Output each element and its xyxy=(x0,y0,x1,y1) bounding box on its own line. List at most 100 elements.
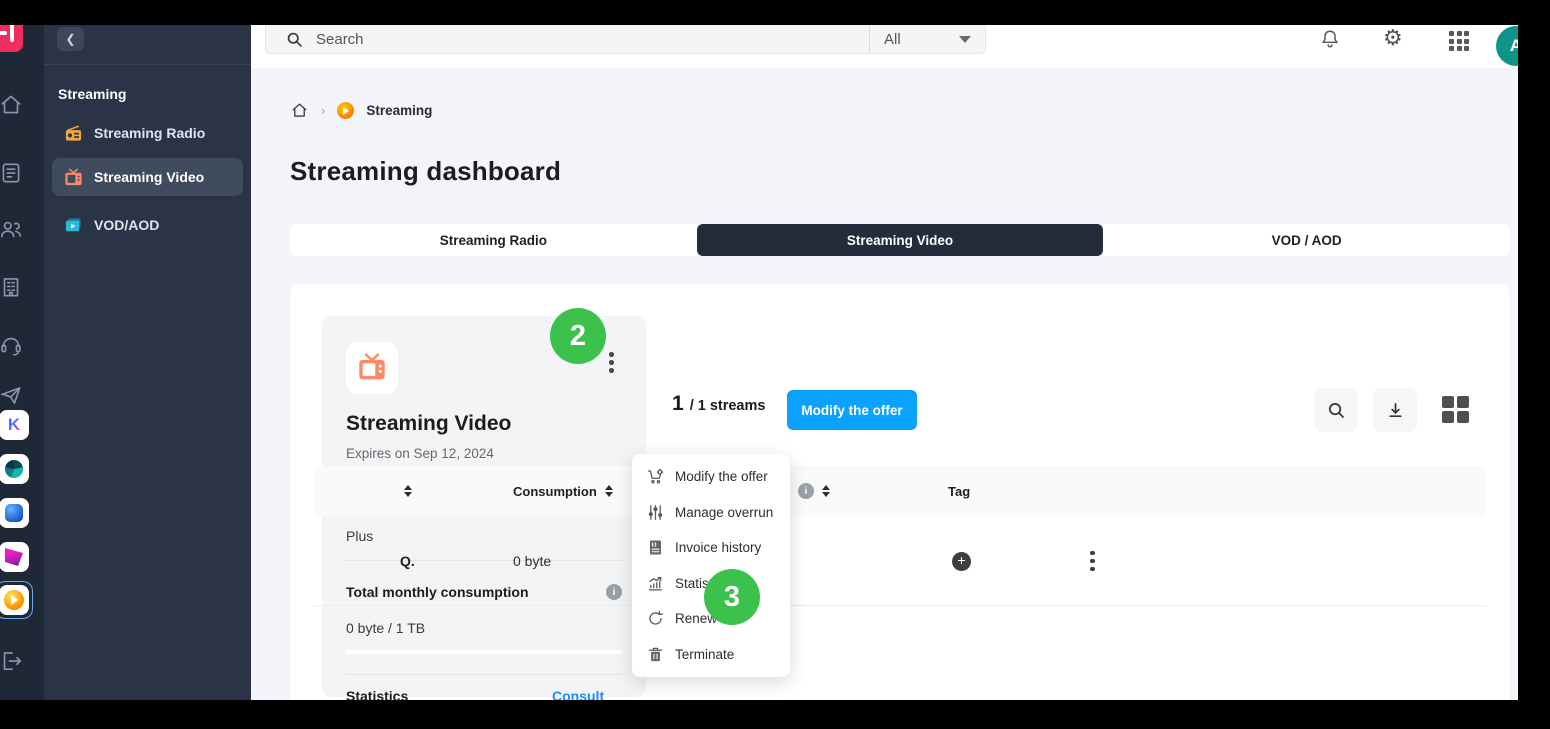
card-divider xyxy=(346,674,622,675)
app-creative-icon[interactable] xyxy=(0,542,29,572)
collapse-sidebar-button[interactable]: ❮ xyxy=(57,27,84,51)
row-kebab-menu-button[interactable] xyxy=(1086,547,1099,576)
grid-view-toggle-icon[interactable] xyxy=(1442,396,1469,423)
feedback-plane-icon[interactable] xyxy=(0,382,24,408)
trash-icon xyxy=(648,647,663,661)
streaming-sidebar: ❮ Streaming Streaming Radio Streaming Vi… xyxy=(44,0,251,729)
menu-item-manage-overrun[interactable]: Manage overrun xyxy=(632,495,790,531)
product-icon-box xyxy=(346,342,398,394)
viewers-info-icon[interactable]: i xyxy=(797,483,814,499)
search-input[interactable] xyxy=(316,30,869,48)
apps-grid-icon[interactable] xyxy=(1449,31,1471,53)
menu-item-invoice-history[interactable]: Invoice history xyxy=(632,530,790,566)
menu-item-label: Modify the offer xyxy=(675,469,768,485)
sidebar-item-streaming-radio[interactable]: Streaming Radio xyxy=(52,114,243,152)
dashboard-panel: Streaming Video Expires on Sep 12, 2024 … xyxy=(290,284,1510,729)
users-icon[interactable] xyxy=(0,216,24,242)
menu-item-label: Terminate xyxy=(675,646,735,662)
modify-offer-button[interactable]: Modify the offer xyxy=(787,390,917,430)
global-search: All xyxy=(265,25,986,54)
letterbox-bottom xyxy=(0,700,1550,729)
badge-number: 2 xyxy=(569,319,587,352)
sort-icon[interactable] xyxy=(821,485,830,497)
app-streaming-icon[interactable] xyxy=(0,585,29,615)
sort-icon[interactable] xyxy=(604,485,613,497)
column-label: Tag xyxy=(948,483,971,499)
support-icon[interactable] xyxy=(0,332,24,358)
sidebar-section-title: Streaming xyxy=(58,86,127,102)
app-ksuite-icon[interactable]: K xyxy=(0,410,29,440)
tab-streaming-video[interactable]: Streaming Video xyxy=(696,224,1104,256)
column-label: Consumption xyxy=(513,483,597,499)
renew-icon xyxy=(649,611,664,625)
home-icon[interactable] xyxy=(0,92,24,118)
search-icon xyxy=(1328,402,1344,418)
card-expiry: Expires on Sep 12, 2024 xyxy=(346,446,494,461)
cart-gear-icon xyxy=(647,468,664,484)
settings-gear-icon[interactable]: ⚙ xyxy=(1383,28,1405,50)
stream-actions-cell xyxy=(1086,516,1099,606)
search-scope-select[interactable]: All xyxy=(869,25,985,53)
sliders-icon xyxy=(648,504,663,520)
info-glyph: i xyxy=(804,485,808,497)
card-title: Streaming Video xyxy=(346,412,512,435)
search-icon xyxy=(287,32,302,47)
stream-tag-cell: + xyxy=(952,516,971,606)
chart-icon xyxy=(648,576,663,591)
invoice-icon xyxy=(649,540,662,555)
main-content: › Streaming Streaming dashboard Streamin… xyxy=(251,68,1518,729)
sidebar-item-label: VOD/AOD xyxy=(94,217,160,233)
card-kebab-menu-button[interactable] xyxy=(605,348,618,377)
card-context-menu: Modify the offer Manage overrun Invoice … xyxy=(632,454,790,677)
menu-item-modify-offer[interactable]: Modify the offer xyxy=(632,459,790,495)
letterbox-right xyxy=(1518,0,1550,729)
radio-icon xyxy=(65,125,82,141)
breadcrumb-separator: › xyxy=(321,103,326,118)
sidebar-item-streaming-video[interactable]: Streaming Video xyxy=(52,158,243,196)
stream-row: Q. 0 byte 0 + xyxy=(314,516,1486,606)
column-consumption: Consumption xyxy=(513,466,613,516)
streams-count-number: 1 xyxy=(672,392,684,415)
breadcrumb-section[interactable]: Streaming xyxy=(366,103,432,118)
badge-number: 3 xyxy=(723,580,741,613)
stream-consumption: 0 byte xyxy=(513,553,552,569)
add-tag-button[interactable]: + xyxy=(952,551,971,571)
breadcrumb-home-icon[interactable] xyxy=(290,101,309,120)
stream-name[interactable]: Q. xyxy=(400,516,415,606)
vod-icon xyxy=(65,217,81,231)
app-rail: K xyxy=(0,0,44,729)
logout-icon[interactable] xyxy=(0,648,24,674)
sidebar-item-label: Streaming Radio xyxy=(94,125,206,141)
streams-count: 1 / 1 streams xyxy=(672,392,765,416)
tv-icon xyxy=(65,168,82,185)
sidebar-divider xyxy=(44,64,251,65)
sidebar-item-label: Streaming Video xyxy=(94,169,205,185)
sort-icon[interactable] xyxy=(404,485,412,497)
notifications-bell-icon[interactable] xyxy=(1319,28,1341,50)
chevron-down-icon xyxy=(959,35,971,43)
sidebar-item-vod-aod[interactable]: VOD/AOD xyxy=(52,206,243,244)
billing-icon[interactable] xyxy=(0,160,24,186)
annotation-step-3-badge: 3 xyxy=(704,569,760,625)
letterbox-top xyxy=(0,0,1550,25)
menu-item-terminate[interactable]: Terminate xyxy=(632,637,790,673)
table-header: Consumption Viewers i Tag xyxy=(314,466,1486,516)
search-scope-value: All xyxy=(884,30,901,48)
download-icon xyxy=(1388,402,1402,417)
consumption-value: 0 byte / 1 TB xyxy=(346,620,426,636)
tab-vod-aod[interactable]: VOD / AOD xyxy=(1103,224,1510,256)
download-button[interactable] xyxy=(1373,388,1417,432)
tab-streaming-radio[interactable]: Streaming Radio xyxy=(290,224,697,256)
page-title: Streaming dashboard xyxy=(290,156,562,186)
consumption-progress-bar xyxy=(346,650,622,654)
app-window: K ❮ Streaming Streaming Radio Streaming … xyxy=(0,0,1550,729)
streams-count-suffix: / 1 streams xyxy=(689,398,766,414)
app-cloud-icon[interactable] xyxy=(0,498,29,528)
product-tabs: Streaming Radio Streaming Video VOD / AO… xyxy=(290,224,1510,256)
column-name-sort xyxy=(404,466,412,516)
table-search-button[interactable] xyxy=(1314,388,1358,432)
breadcrumb: › Streaming xyxy=(290,101,432,120)
plus-glyph: + xyxy=(957,551,966,568)
app-kdrive-icon[interactable] xyxy=(0,454,29,484)
organization-icon[interactable] xyxy=(0,274,24,300)
